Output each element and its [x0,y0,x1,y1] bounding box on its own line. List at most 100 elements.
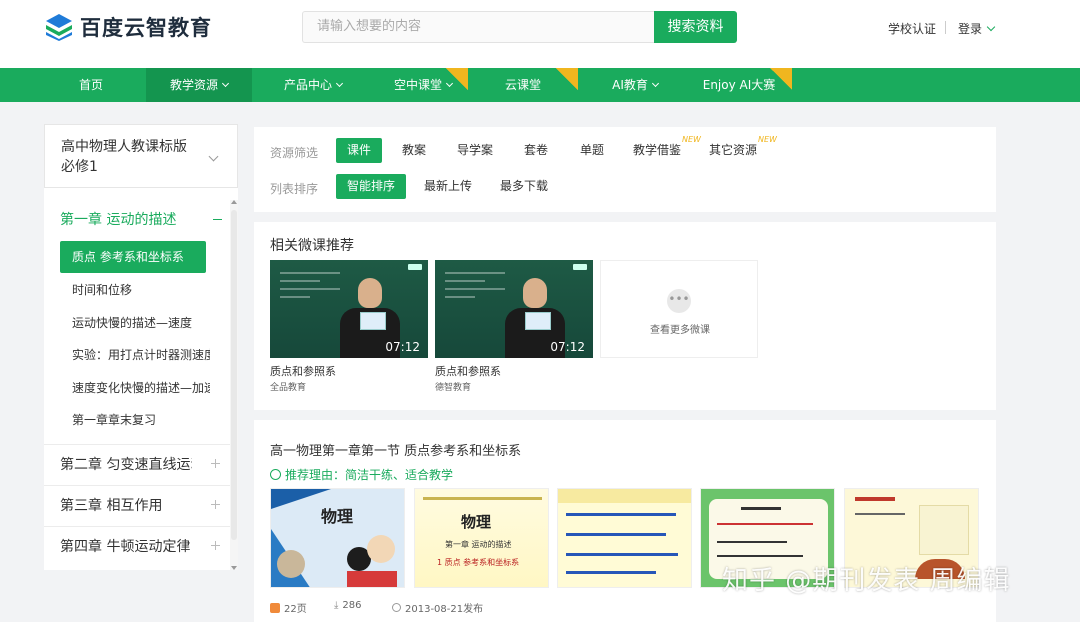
filter-lesson-plan[interactable]: 教案 [394,138,434,163]
nav-label: 产品中心 [283,78,332,92]
main-nav: 首页 教学资源 产品中心 空中课堂 云课堂 AI教育 Enjoy AI大赛 [0,68,1080,102]
search-button[interactable]: 搜索资料 [654,11,737,43]
filter-other[interactable]: 其它资源 [706,138,760,163]
download-count: ⤓ 286 [334,600,362,611]
channel-logo-icon [573,264,587,270]
lesson-item[interactable]: 速度变化快慢的描述—加速度 [60,372,210,404]
video-duration: 07:12 [550,340,585,354]
book-name: 高中物理人教课标版 必修1 [61,139,187,175]
download-icon: ⤓ [334,600,339,611]
video-card[interactable]: 07:12 质点和参照系 德智教育 [435,260,593,393]
nav-label: AI教育 [612,78,648,92]
divider [945,21,946,34]
slide-text-line [566,553,678,556]
video-thumbnail[interactable]: 07:12 [270,260,428,358]
ppt-icon [270,602,280,613]
sort-smart[interactable]: 智能排序 [336,174,406,199]
chapter-label: 第三章 相互作用 [60,498,163,514]
logo-icon [46,14,72,41]
chapter-sidebar: 高中物理人教课标版 必修1 第一章 运动的描述 质点 参考系和坐标系 时间和位移… [44,124,238,570]
slide-preview-3[interactable] [557,488,692,588]
chapter-item-3[interactable]: 第三章 相互作用 [44,485,230,525]
video-thumbnail[interactable]: 07:12 [435,260,593,358]
hot-badge-icon [770,68,792,90]
chapter-label: 第一章 运动的描述 [60,212,177,228]
filter-exam-set[interactable]: 套卷 [516,138,556,163]
video-title[interactable]: 质点和参照系 [435,363,593,379]
page-count: 22页 [270,600,307,615]
logo[interactable]: 百度云智教育 [44,12,212,42]
more-micro-lessons-card[interactable]: ••• 查看更多微课 [600,260,758,358]
filter-courseware[interactable]: 课件 [336,138,382,163]
new-badge: NEW [682,135,701,144]
filter-panel: 资源筛选 课件 教案 导学案 套卷 单题 教学借鉴 NEW 其它资源 NEW 列… [254,127,996,212]
slide-text-line [855,497,895,501]
chapter-item-2[interactable]: 第二章 匀变速直线运动 [44,444,230,484]
hot-badge-icon [556,68,578,90]
scroll-up-icon[interactable] [231,200,237,204]
scrollbar-thumb[interactable] [231,210,237,540]
slide-text-line [717,523,813,525]
chevron-down-icon [651,79,659,88]
resource-title[interactable]: 高一物理第一章第一节 质点参考系和坐标系 [270,440,521,459]
slide-text-line [566,571,656,574]
slide-text-line [741,507,781,510]
nav-item-resources[interactable]: 教学资源 [146,68,252,102]
slide-text-box [919,505,969,555]
chevron-down-icon [335,79,344,88]
lesson-item[interactable]: 第一章章末复习 [60,404,230,436]
nav-label: 空中课堂 [393,78,442,92]
lesson-item[interactable]: 运动快慢的描述—速度 [60,307,230,339]
chapter-item-4[interactable]: 第四章 牛顿运动定律 [44,526,230,566]
publish-date-value: 2013-08-21发布 [405,604,484,615]
slide-text-line [717,555,803,557]
more-micro-lessons-label: 查看更多微课 [650,325,710,336]
lesson-item[interactable]: 质点 参考系和坐标系 [60,241,206,273]
scroll-down-icon[interactable] [231,566,237,570]
login-menu[interactable]: 登录 [958,20,996,37]
login-label: 登录 [958,22,983,36]
video-title[interactable]: 质点和参照系 [270,363,428,379]
page-count-value: 22页 [284,604,307,615]
expand-icon [211,541,220,550]
sort-newest[interactable]: 最新上传 [418,174,478,199]
lesson-item[interactable]: 时间和位移 [60,274,230,306]
more-icon: ••• [667,289,691,313]
slide-preview-2[interactable]: 物理 第一章 运动的描述 1 质点 参考系和坐标系 [414,488,549,588]
slide-heading: 物理 [321,507,354,526]
sidebar-scrollbar[interactable] [230,200,238,570]
chevron-down-icon [221,79,230,88]
expand-icon [211,500,220,509]
search-input[interactable]: 请输入想要的内容 [302,11,654,43]
lesson-item[interactable]: 实验：用打点计时器测速度 [60,339,210,371]
book-selector[interactable]: 高中物理人教课标版 必修1 [44,124,238,188]
recommend-reason-text: 推荐理由：简洁干练、适合教学 [285,468,454,482]
clock-icon [392,603,401,612]
slide-header-bar [558,489,691,503]
filter-teaching-reference[interactable]: 教学借鉴 [628,138,686,163]
slide-chapter: 第一章 运动的描述 [445,540,512,549]
chapter-label: 第二章 匀变速直线运动 [60,457,192,473]
filter-single-question[interactable]: 单题 [572,138,612,163]
video-card[interactable]: 07:12 质点和参照系 全品教育 [270,260,428,393]
sort-most-downloaded[interactable]: 最多下载 [494,174,554,199]
chevron-down-icon [208,151,219,162]
nav-item-ai-edu[interactable]: AI教育 [600,68,670,102]
nav-item-enjoy-ai[interactable]: Enjoy AI大赛 [698,68,780,102]
chapter-item-1[interactable]: 第一章 运动的描述 [44,202,230,238]
nav-item-products[interactable]: 产品中心 [268,68,358,102]
slide-preview-1[interactable]: 物理 [270,488,405,588]
watermark: 知乎 @期刊发表 周编辑 [722,566,1011,596]
filter-study-guide[interactable]: 导学案 [450,138,500,163]
logo-text: 百度云智教育 [80,16,212,40]
school-auth-link[interactable]: 学校认证 [888,20,936,37]
nav-item-cloud-class[interactable]: 云课堂 [490,68,556,102]
slide-rule [423,497,542,500]
publish-date: 2013-08-21发布 [392,600,483,615]
chevron-down-icon [986,22,996,32]
expand-icon [211,459,220,468]
recommend-reason: 推荐理由：简洁干练、适合教学 [270,466,453,483]
video-org: 全品教育 [270,383,307,393]
section-title: 相关微课推荐 [270,238,354,254]
nav-item-home[interactable]: 首页 [60,68,122,102]
